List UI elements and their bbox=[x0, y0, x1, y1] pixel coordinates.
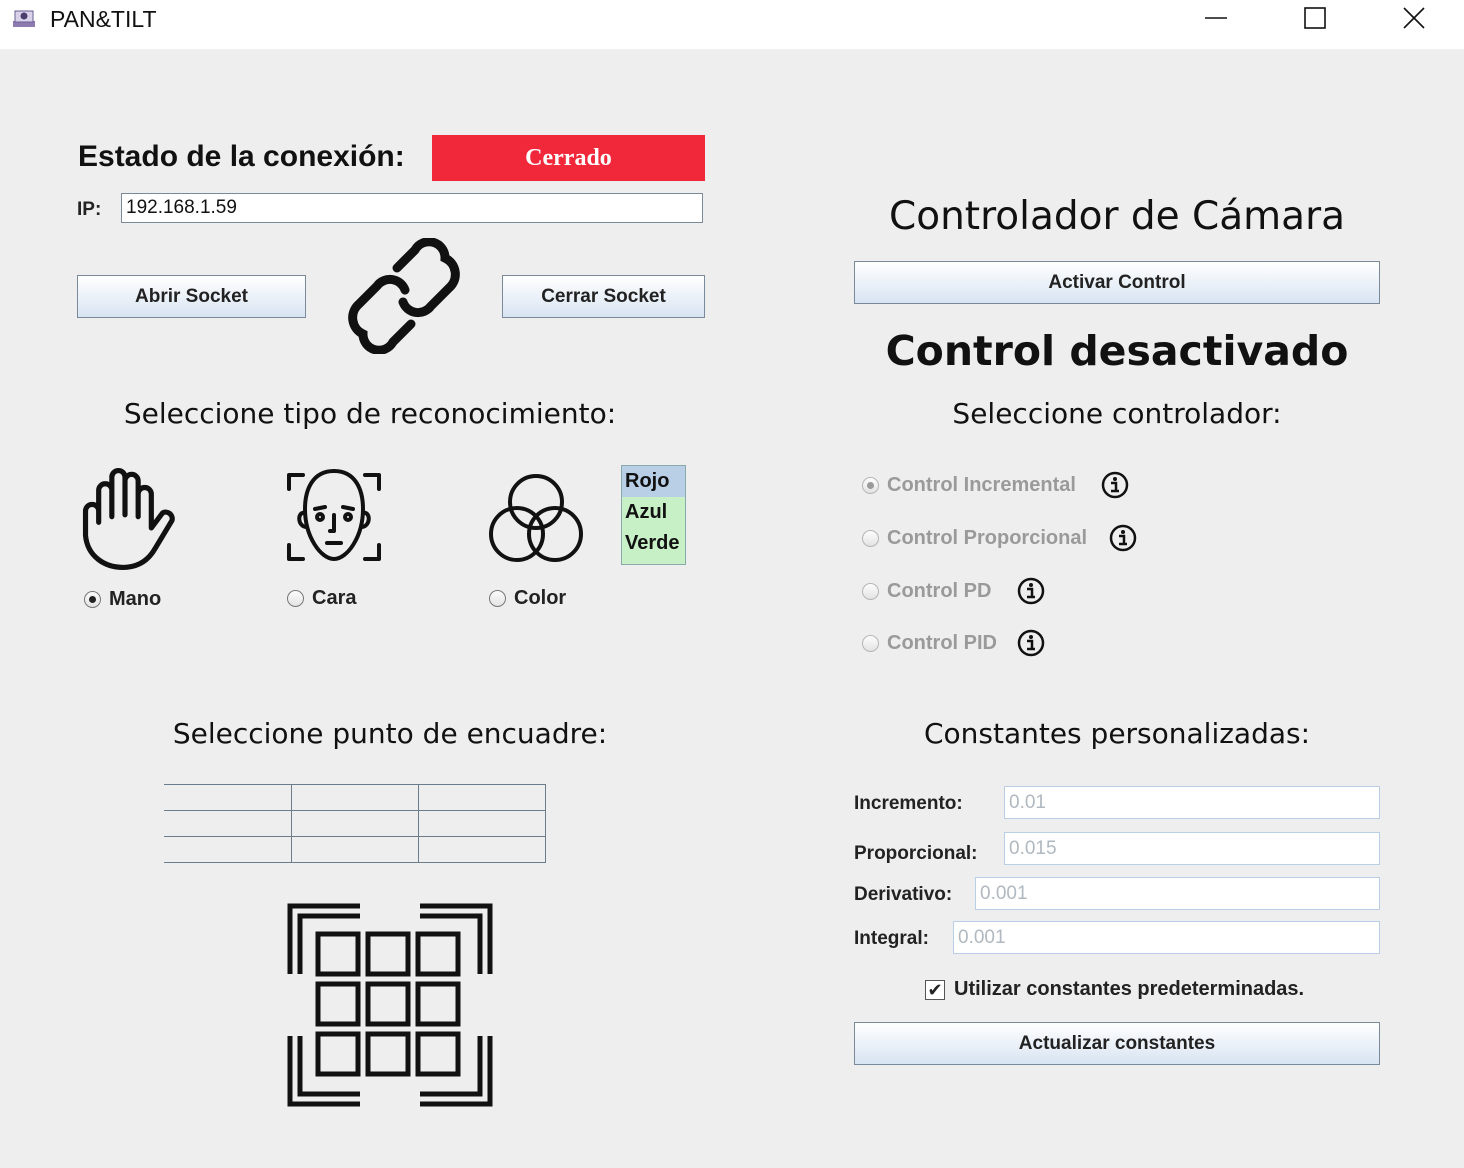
radio-cara-label: Cara bbox=[312, 587, 357, 609]
checkbox-box[interactable]: ✔ bbox=[925, 979, 945, 1000]
constants-title: Constantes personalizadas: bbox=[923, 717, 1311, 750]
incremento-label: Incremento: bbox=[854, 793, 963, 814]
close-socket-button[interactable]: Cerrar Socket bbox=[502, 275, 705, 318]
ip-label: IP: bbox=[77, 199, 102, 220]
color-list-item-verde[interactable]: Verde bbox=[622, 528, 685, 559]
default-constants-checkbox[interactable]: ✔ Utilizar constantes predeterminadas. bbox=[925, 978, 1304, 1001]
radio-cara[interactable]: Cara bbox=[287, 587, 356, 610]
link-icon bbox=[348, 238, 460, 354]
face-scan-icon[interactable] bbox=[283, 467, 385, 567]
radio-dot[interactable] bbox=[287, 590, 304, 607]
radio-mano[interactable]: Mano bbox=[84, 588, 161, 611]
info-icon[interactable] bbox=[1101, 471, 1129, 499]
title-bar: PAN&TILT bbox=[0, 0, 1464, 49]
update-constants-button[interactable]: Actualizar constantes bbox=[854, 1022, 1380, 1065]
info-icon[interactable] bbox=[1017, 577, 1045, 605]
controller-title: Controlador de Cámara bbox=[888, 194, 1346, 239]
framing-cell[interactable] bbox=[164, 784, 292, 811]
radio-dot[interactable] bbox=[862, 530, 879, 547]
connection-status-badge: Cerrado bbox=[432, 135, 705, 181]
framing-grid-icon bbox=[287, 903, 493, 1107]
radio-dot[interactable] bbox=[862, 583, 879, 600]
ip-input[interactable] bbox=[121, 193, 703, 223]
radio-color-label: Color bbox=[514, 587, 567, 609]
framing-cell[interactable] bbox=[417, 836, 546, 863]
radio-dot[interactable] bbox=[862, 635, 879, 652]
info-icon[interactable] bbox=[1109, 524, 1137, 552]
minimize-button[interactable] bbox=[1166, 0, 1266, 36]
radio-control-proporcional-label: Control Proporcional bbox=[887, 527, 1087, 549]
maximize-button[interactable] bbox=[1265, 0, 1365, 36]
color-list[interactable]: Rojo Azul Verde bbox=[621, 465, 686, 565]
framing-cell[interactable] bbox=[290, 810, 419, 837]
connection-label: Estado de la conexión: bbox=[78, 140, 405, 173]
integral-input[interactable] bbox=[953, 921, 1380, 954]
framing-point-table[interactable] bbox=[164, 784, 546, 863]
framing-cell[interactable] bbox=[290, 784, 419, 811]
recognition-title: Seleccione tipo de reconocimiento: bbox=[123, 397, 617, 430]
info-icon[interactable] bbox=[1017, 629, 1045, 657]
color-list-item-rojo[interactable]: Rojo bbox=[622, 466, 685, 497]
window-title: PAN&TILT bbox=[50, 6, 157, 32]
proporcional-label: Proporcional: bbox=[854, 843, 978, 864]
color-list-item-azul[interactable]: Azul bbox=[622, 497, 685, 528]
incremento-input[interactable] bbox=[1004, 786, 1380, 819]
radio-control-pid[interactable]: Control PID bbox=[862, 632, 997, 655]
maximize-icon bbox=[1304, 7, 1326, 29]
app-icon bbox=[13, 10, 35, 27]
framing-cell[interactable] bbox=[417, 810, 546, 837]
framing-cell[interactable] bbox=[417, 784, 546, 811]
radio-control-pd-label: Control PD bbox=[887, 580, 992, 602]
radio-mano-label: Mano bbox=[109, 588, 162, 610]
derivativo-label: Derivativo: bbox=[854, 884, 953, 905]
radio-control-incremental-label: Control Incremental bbox=[887, 474, 1076, 496]
radio-color[interactable]: Color bbox=[489, 587, 566, 610]
default-constants-label: Utilizar constantes predeterminadas. bbox=[954, 978, 1305, 1000]
framing-cell[interactable] bbox=[290, 836, 419, 863]
framing-title: Seleccione punto de encuadre: bbox=[172, 717, 608, 750]
framing-cell[interactable] bbox=[164, 810, 292, 837]
check-icon: ✔ bbox=[927, 979, 943, 1000]
controller-select-title: Seleccione controlador: bbox=[952, 397, 1282, 430]
close-window-button[interactable] bbox=[1364, 0, 1464, 36]
radio-dot[interactable] bbox=[862, 477, 879, 494]
control-status: Control desactivado bbox=[885, 327, 1349, 375]
activate-control-button[interactable]: Activar Control bbox=[854, 261, 1380, 304]
minimize-icon bbox=[1205, 17, 1227, 19]
open-socket-button[interactable]: Abrir Socket bbox=[77, 275, 306, 318]
radio-dot[interactable] bbox=[489, 590, 506, 607]
radio-control-proporcional[interactable]: Control Proporcional bbox=[862, 527, 1087, 550]
radio-control-pd[interactable]: Control PD bbox=[862, 580, 991, 603]
radio-control-incremental[interactable]: Control Incremental bbox=[862, 474, 1076, 497]
hand-icon[interactable] bbox=[80, 462, 180, 576]
proporcional-input[interactable] bbox=[1004, 832, 1380, 865]
framing-cell[interactable] bbox=[164, 836, 292, 863]
derivativo-input[interactable] bbox=[975, 877, 1380, 910]
close-icon bbox=[1403, 7, 1425, 29]
radio-dot[interactable] bbox=[84, 591, 101, 608]
integral-label: Integral: bbox=[854, 928, 929, 949]
radio-control-pid-label: Control PID bbox=[887, 632, 997, 654]
color-circles-icon[interactable] bbox=[486, 472, 586, 566]
